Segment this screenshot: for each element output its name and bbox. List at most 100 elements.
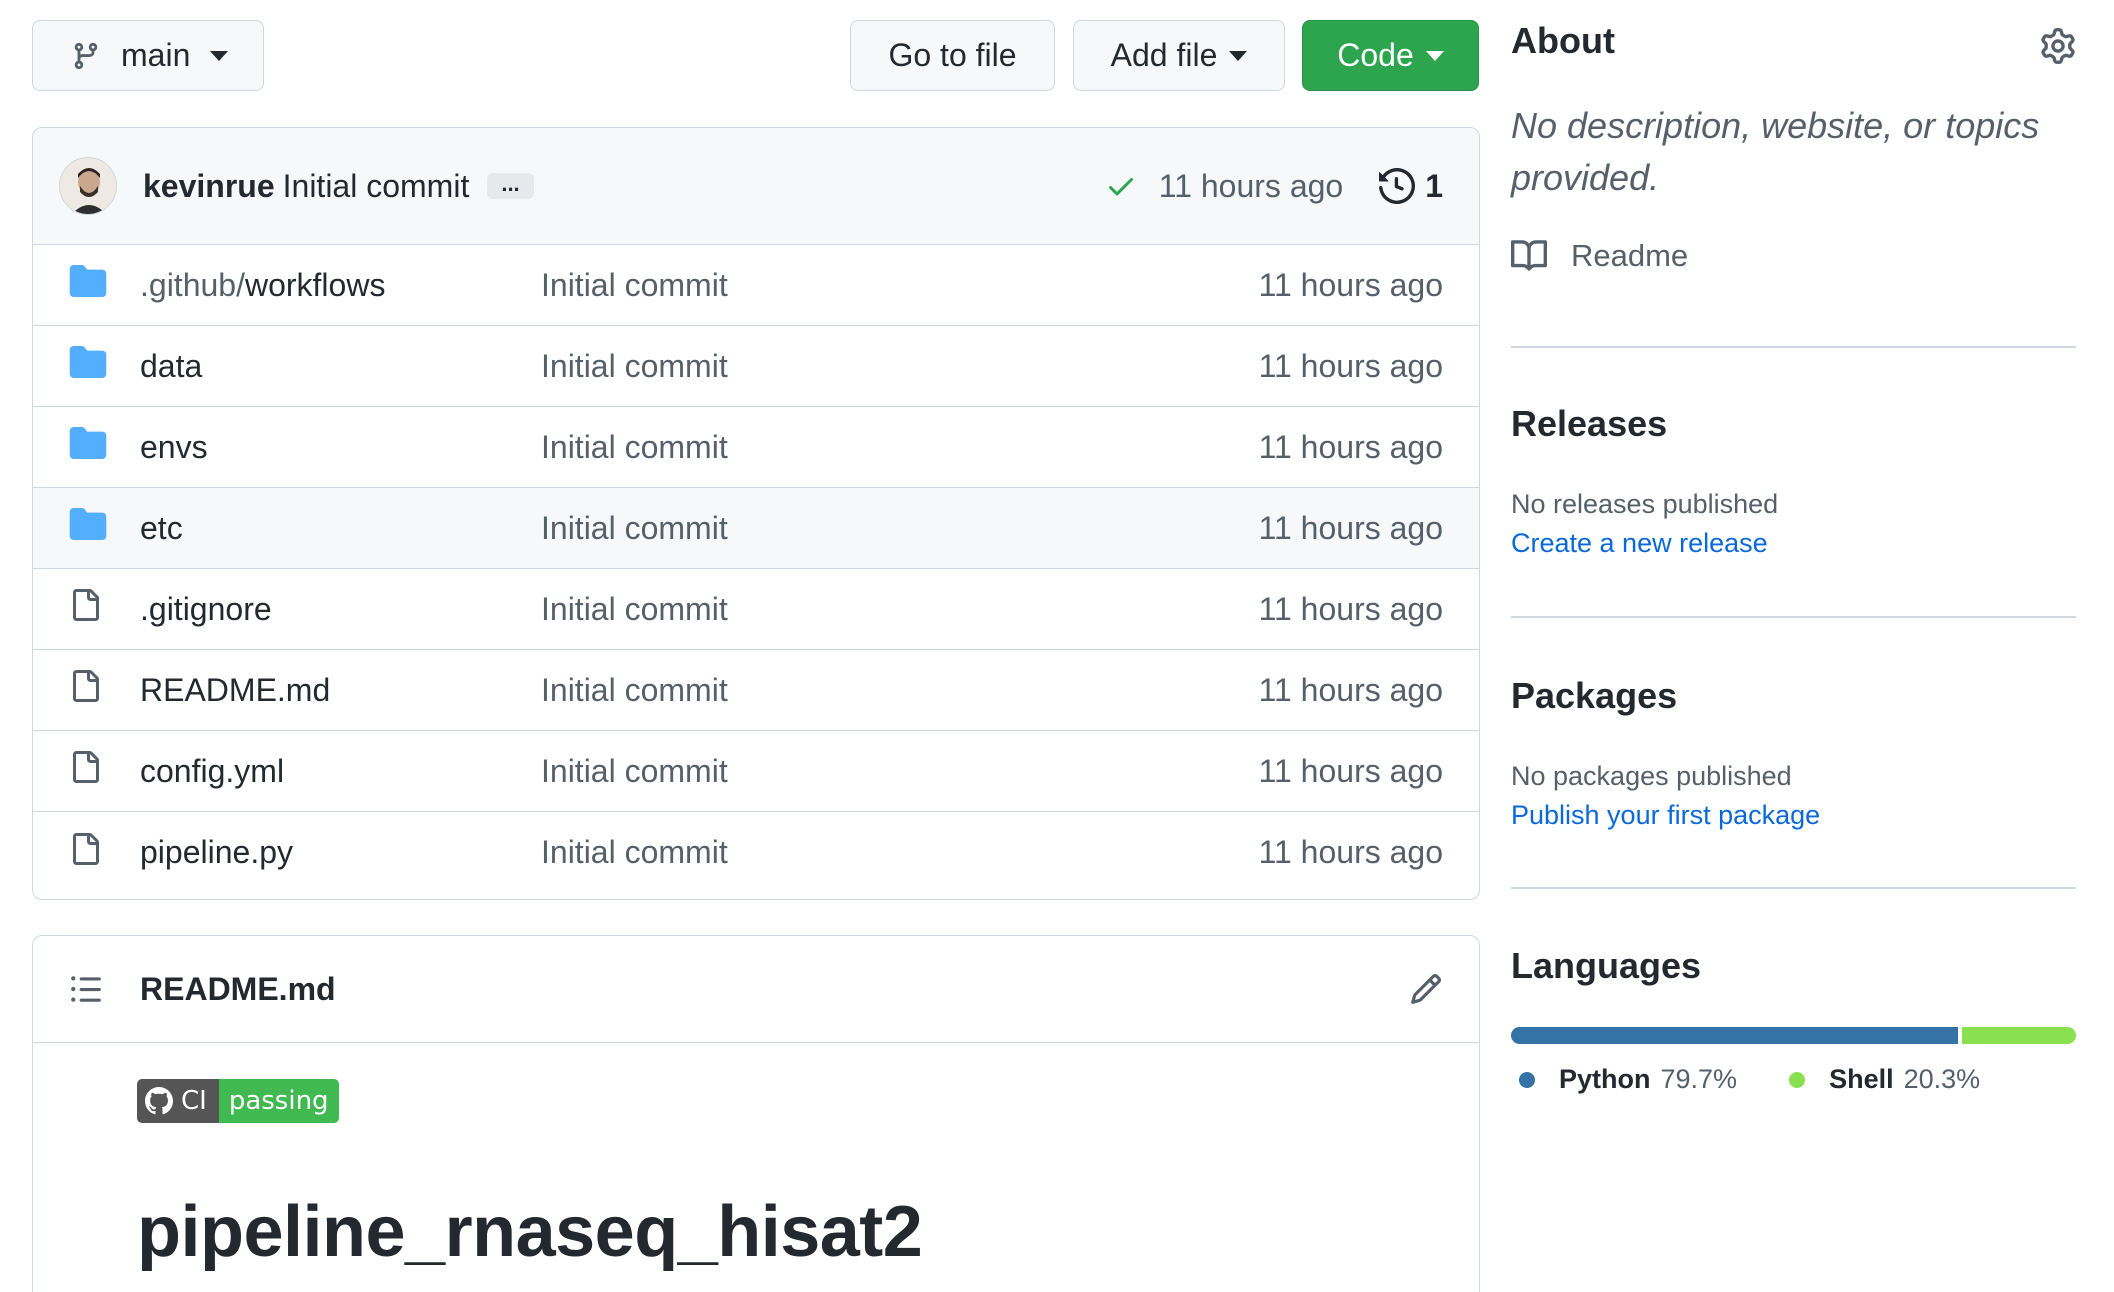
folder-icon (69, 265, 107, 297)
file-name[interactable]: .gitignore (140, 591, 272, 628)
file-name[interactable]: envs (140, 429, 208, 466)
go-to-file-label: Go to file (888, 37, 1017, 73)
file-name-text: README.md (140, 671, 331, 708)
file-name[interactable]: data (140, 348, 202, 385)
languages-section: Languages Python 79.7% Shell 20.3% (1511, 945, 2076, 1095)
file-commit-message[interactable]: Initial commit (541, 429, 728, 466)
language-bar (1511, 1027, 2076, 1044)
file-age: 11 hours ago (1258, 266, 1443, 303)
add-file-button[interactable]: Add file (1073, 20, 1285, 91)
table-row[interactable]: .gitignore Initial commit 11 hours ago (33, 569, 1479, 650)
releases-section: Releases No releases published Create a … (1511, 403, 2076, 559)
file-name-text: pipeline.py (140, 834, 293, 870)
file-name[interactable]: pipeline.py (140, 834, 293, 871)
file-name[interactable]: README.md (140, 672, 330, 709)
file-age: 11 hours ago (1258, 428, 1443, 465)
github-icon (145, 1087, 173, 1115)
about-description-line: No description, website, or topics (1511, 105, 2040, 146)
file-commit-message[interactable]: Initial commit (541, 510, 728, 547)
file-name-text: workflows (244, 266, 386, 303)
table-row[interactable]: .github/workflows Initial commit 11 hours … (33, 245, 1479, 326)
commit-message[interactable]: Initial commit (283, 168, 470, 205)
table-row[interactable]: README.md Initial commit 11 hours ago (33, 650, 1479, 731)
file-icon (73, 670, 99, 702)
code-button[interactable]: Code (1302, 20, 1479, 91)
table-row[interactable]: etc Initial commit 11 hours ago (33, 488, 1479, 569)
packages-status: No packages published (1511, 761, 1792, 791)
avatar[interactable] (59, 157, 117, 215)
branch-label: main (121, 37, 191, 73)
language-bar-segment (1511, 1027, 1959, 1044)
file-name-text: data (140, 347, 203, 384)
file-name-text: config.yml (140, 752, 285, 789)
about-description-line: provided. (1511, 157, 1660, 198)
language-name: Python (1559, 1064, 1651, 1094)
sidebar-divider (1511, 887, 2076, 889)
table-row[interactable]: envs Initial commit 11 hours ago (33, 407, 1479, 488)
book-icon (1511, 240, 1547, 271)
file-name-text: etc (140, 509, 183, 546)
file-name-text: .gitignore (140, 590, 272, 627)
file-commit-message[interactable]: Initial commit (541, 348, 728, 385)
readme-title[interactable]: README.md (140, 971, 336, 1008)
file-commit-message[interactable]: Initial commit (541, 267, 728, 304)
releases-status: No releases published (1511, 489, 1779, 519)
history-icon (1379, 168, 1416, 204)
file-commit-message[interactable]: Initial commit (541, 834, 728, 871)
about-description: No description, website, or topics provi… (1511, 100, 2076, 204)
file-name[interactable]: etc (140, 510, 183, 547)
go-to-file-button[interactable]: Go to file (850, 20, 1055, 91)
latest-commit-bar: kevinrue Initial commit ... 11 hours ago… (33, 128, 1479, 245)
packages-section: Packages No packages published Publish y… (1511, 675, 2076, 831)
readme-heading: pipeline_rnaseq_hisat2 (137, 1192, 923, 1272)
file-icon (69, 668, 101, 712)
language-dot (1789, 1071, 1806, 1088)
language-percent: 79.7% (1660, 1064, 1738, 1094)
create-release-link[interactable]: Create a new release (1511, 528, 2076, 559)
list-icon[interactable] (69, 972, 103, 1006)
file-name[interactable]: config.yml (140, 753, 284, 790)
table-row[interactable]: data Initial commit 11 hours ago (33, 326, 1479, 407)
language-list: Python 79.7% Shell 20.3% (1511, 1064, 2076, 1095)
pencil-icon[interactable] (1409, 972, 1443, 1006)
file-age: 11 hours ago (1258, 671, 1443, 708)
language-item[interactable]: Python 79.7% (1519, 1064, 1737, 1095)
table-row[interactable]: config.yml Initial commit 11 hours ago (33, 731, 1479, 812)
branch-selector[interactable]: main (32, 20, 264, 91)
packages-title[interactable]: Packages (1511, 675, 2076, 717)
publish-package-link[interactable]: Publish your first package (1511, 800, 2076, 831)
expand-commit-button[interactable]: ... (487, 173, 534, 199)
file-name-prefix: .github/ (140, 266, 245, 303)
file-commit-message[interactable]: Initial commit (541, 672, 728, 709)
file-age: 11 hours ago (1258, 834, 1443, 870)
readme-header: README.md (33, 936, 1479, 1043)
chevron-down-icon (1425, 50, 1444, 61)
language-name: Shell (1829, 1064, 1894, 1094)
commit-history-link[interactable]: 1 (1379, 168, 1443, 205)
file-list: kevinrue Initial commit ... 11 hours ago… (32, 127, 1480, 900)
file-age: 11 hours ago (1258, 752, 1443, 789)
table-row[interactable]: pipeline.py Initial commit 11 hours ago (33, 812, 1479, 893)
gear-icon[interactable] (2040, 28, 2076, 64)
file-name[interactable]: .github/workflows (140, 267, 385, 304)
commit-time[interactable]: 11 hours ago (1159, 168, 1343, 205)
ci-status-badge[interactable]: CI passing (137, 1079, 339, 1123)
file-age: 11 hours ago (1258, 509, 1443, 546)
file-commit-message[interactable]: Initial commit (541, 753, 728, 790)
folder-icon (69, 346, 107, 378)
language-dot (1519, 1071, 1535, 1088)
readme-link-label: Readme (1571, 238, 1689, 273)
language-item[interactable]: Shell 20.3% (1789, 1064, 1980, 1095)
about-section: About No description, website, or topics… (1511, 20, 2076, 274)
file-icon (69, 831, 101, 875)
readme-link[interactable]: Readme (1511, 238, 2076, 274)
file-age: 11 hours ago (1258, 590, 1443, 627)
file-icon (69, 749, 101, 793)
file-commit-message[interactable]: Initial commit (541, 591, 728, 628)
releases-title[interactable]: Releases (1511, 403, 2076, 445)
readme-panel: README.md CI passing pipeline_rnaseq_his… (32, 935, 1480, 1292)
check-icon (1108, 178, 1133, 196)
language-percent: 20.3% (1903, 1064, 1981, 1094)
commit-author[interactable]: kevinrue (143, 168, 275, 205)
file-rows: .github/workflows Initial commit 11 hours … (33, 245, 1479, 893)
